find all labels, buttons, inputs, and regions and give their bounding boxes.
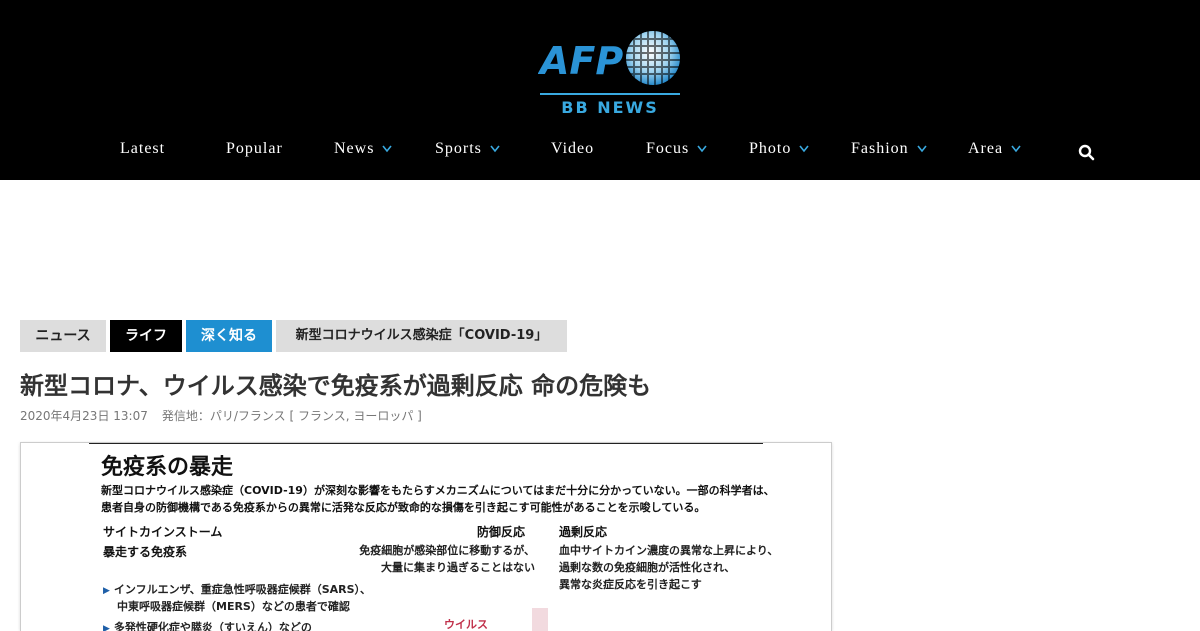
nav-photo[interactable]: Photo <box>749 140 809 158</box>
nav-area[interactable]: Area <box>968 140 1021 158</box>
col1-title: サイトカインストーム <box>103 525 223 539</box>
nav-latest[interactable]: Latest <box>120 140 165 158</box>
site-header: AFP BB NEWS Latest Popular News Sports V… <box>0 0 1200 180</box>
infographic-panel <box>532 608 548 631</box>
intro-line-1: 新型コロナウイルス感染症（COVID-19）が深刻な影響をもたらすメカニズムにつ… <box>101 484 775 497</box>
nav-news[interactable]: News <box>334 140 393 158</box>
article-dateline: 発信地：パリ/フランス [ フランス, ヨーロッパ ] <box>161 409 422 423</box>
col1-item-1b: 中東呼吸器症候群（MERS）などの患者で確認 <box>117 600 350 613</box>
logo-divider <box>540 93 680 95</box>
col3-line-3: 異常な炎症反応を引き起こす <box>559 578 702 591</box>
infographic: 免疫系の暴走 新型コロナウイルス感染症（COVID-19）が深刻な影響をもたらす… <box>89 443 778 631</box>
article-meta: 2020年4月23日 13:07 発信地：パリ/フランス [ フランス, ヨーロッ… <box>20 407 436 424</box>
col2-line-1: 免疫細胞が感染部位に移動するが、 <box>359 544 535 557</box>
infographic-heading: 免疫系の暴走 <box>101 455 234 480</box>
article-date: 2020年4月23日 13:07 <box>20 409 148 423</box>
col2-title: 防御反応 <box>477 525 526 539</box>
col1-item-1: ▶ インフルエンザ、重症急性呼吸器症候群（SARS）、 <box>103 583 372 596</box>
search-icon[interactable] <box>1078 144 1096 162</box>
chevron-down-icon <box>382 145 393 153</box>
chevron-down-icon <box>1011 145 1021 153</box>
intro-line-2: 患者自身の防御機構である免疫系からの異常に活発な反応が致命的な損傷を引き起こす可… <box>101 501 706 514</box>
nav-fashion[interactable]: Fashion <box>851 140 927 158</box>
article-title: 新型コロナ、ウイルス感染で免疫系が過剰反応 命の危険も <box>20 372 652 400</box>
svg-text:AFP: AFP <box>538 39 623 83</box>
nav-popular[interactable]: Popular <box>226 140 283 158</box>
breadcrumb-news[interactable]: ニュース <box>20 320 106 352</box>
nav-video[interactable]: Video <box>551 140 594 158</box>
col1-subtitle: 暴走する免疫系 <box>103 545 188 559</box>
logo-subtitle: BB NEWS <box>561 98 659 117</box>
col1-item-2: ▶ 多発性硬化症や膵炎（すいえん）などの <box>103 620 312 631</box>
bullet-icon: ▶ <box>103 586 110 596</box>
chevron-down-icon <box>697 145 707 153</box>
virus-label: ウイルス <box>444 618 488 631</box>
chevron-down-icon <box>490 145 500 153</box>
breadcrumb-covid19[interactable]: 新型コロナウイルス感染症「COVID-19」 <box>276 320 567 352</box>
chevron-down-icon <box>799 145 809 153</box>
breadcrumb-deep-dive[interactable]: 深く知る <box>186 320 272 352</box>
col3-title: 過剰反応 <box>559 525 608 539</box>
breadcrumb-life[interactable]: ライフ <box>110 320 182 352</box>
article-image[interactable]: 免疫系の暴走 新型コロナウイルス感染症（COVID-19）が深刻な影響をもたらす… <box>20 442 832 631</box>
main-nav: Latest Popular News Sports Video Focus P… <box>0 140 1200 162</box>
col3-line-2: 過剰な数の免疫細胞が活性化され、 <box>559 561 736 574</box>
nav-sports[interactable]: Sports <box>435 140 500 158</box>
nav-focus[interactable]: Focus <box>646 140 707 158</box>
col3-line-1: 血中サイトカイン濃度の異常な上昇により、 <box>559 544 779 557</box>
col2-line-2: 大量に集まり過ぎることはない <box>381 561 535 574</box>
infographic-intro: 新型コロナウイルス感染症（COVID-19）が深刻な影響をもたらすメカニズムにつ… <box>101 482 775 516</box>
chevron-down-icon <box>917 145 927 153</box>
